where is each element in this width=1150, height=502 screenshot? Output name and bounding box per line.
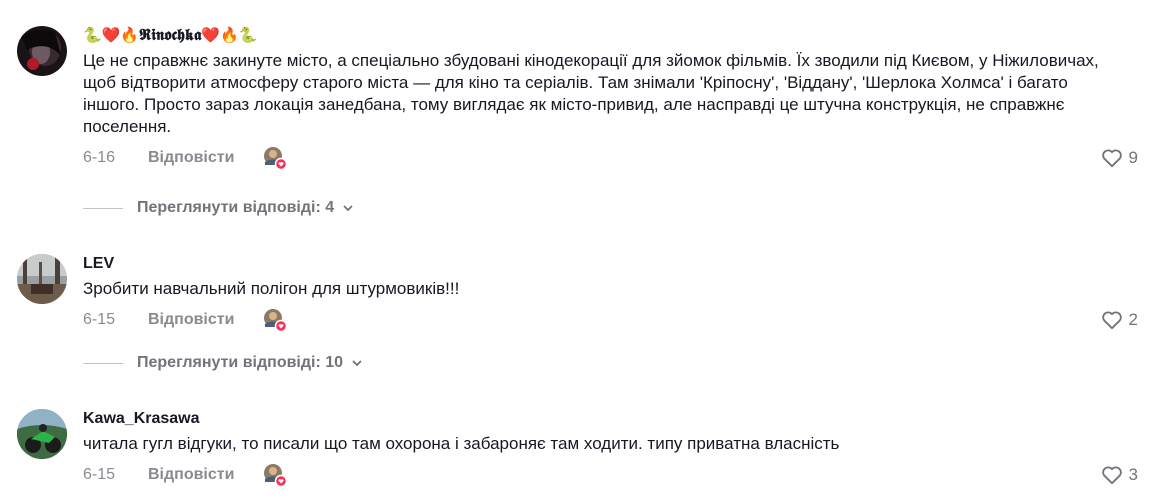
view-replies-button[interactable]: Переглянути відповіді: 10 — [83, 354, 363, 372]
author-name-text: Kawa_Krasawa — [83, 410, 200, 427]
comment-list: 🐍❤️🔥𝕽𝖎𝖓𝖔𝖈𝖍𝖐𝖆❤️🔥🐍 Це не справжнє закинуте… — [0, 0, 1150, 502]
divider-line — [83, 362, 123, 364]
comment-body: Kawa_Krasawa читала гугл відгуки, то пис… — [83, 409, 1138, 488]
reply-button[interactable]: Відповісти — [148, 311, 234, 329]
view-replies-label: Переглянути відповіді: 4 — [137, 199, 335, 216]
chevron-down-icon — [352, 360, 362, 367]
like-count: 2 — [1128, 310, 1138, 329]
comment-date: 6-15 — [83, 466, 116, 483]
author-name[interactable]: Kawa_Krasawa — [83, 409, 1138, 431]
comment-meta: 6-16 Відповісти 9 — [83, 146, 1138, 171]
author-name[interactable]: 🐍❤️🔥𝕽𝖎𝖓𝖔𝖈𝖍𝖐𝖆❤️🔥🐍 — [83, 26, 1138, 48]
comment-body: LEV Зробити навчальний полігон для штурм… — [83, 254, 1138, 333]
comment-meta: 6-15 Відповісти 2 — [83, 308, 1138, 333]
comment-meta: 6-15 Відповісти 3 — [83, 463, 1138, 488]
avatar-image — [17, 409, 67, 459]
creator-liked-avatar-icon — [263, 146, 288, 171]
like-button[interactable]: 2 — [1101, 310, 1138, 330]
like-button[interactable]: 9 — [1101, 148, 1138, 168]
author-name[interactable]: LEV — [83, 254, 1138, 276]
creator-liked-avatar-icon — [263, 463, 288, 488]
view-replies-button[interactable]: Переглянути відповіді: 4 — [83, 199, 354, 217]
avatar[interactable] — [17, 254, 67, 304]
comment-body: 🐍❤️🔥𝕽𝖎𝖓𝖔𝖈𝖍𝖐𝖆❤️🔥🐍 Це не справжнє закинуте… — [83, 26, 1138, 171]
creator-liked-avatar-icon — [263, 308, 288, 333]
reply-button[interactable]: Відповісти — [148, 466, 234, 484]
avatar[interactable] — [17, 26, 67, 76]
chevron-down-icon — [343, 205, 353, 212]
like-count: 3 — [1128, 465, 1138, 484]
comment-text: Це не справжнє закинуте місто, а спеціал… — [83, 51, 1099, 136]
avatar-image — [17, 26, 67, 76]
avatar[interactable] — [17, 409, 67, 459]
author-name-prefix: 🐍❤️🔥 — [83, 27, 140, 44]
comment-date: 6-15 — [83, 311, 116, 328]
author-name-text: LEV — [83, 255, 115, 272]
view-replies-label: Переглянути відповіді: 10 — [137, 354, 344, 371]
divider-line — [83, 207, 123, 209]
author-name-suffix: ❤️🔥🐍 — [201, 27, 258, 44]
avatar-image — [17, 254, 67, 304]
author-name-text: 𝕽𝖎𝖓𝖔𝖈𝖍𝖐𝖆 — [139, 27, 202, 44]
heart-outline-icon — [1101, 149, 1122, 168]
comment-text: читала гугл відгуки, то писали що там ох… — [83, 434, 840, 453]
heart-outline-icon — [1101, 466, 1122, 485]
like-count: 9 — [1128, 148, 1138, 167]
comment-text: Зробити навчальний полігон для штурмовик… — [83, 279, 460, 298]
reply-button[interactable]: Відповісти — [148, 149, 234, 167]
comment-date: 6-16 — [83, 149, 116, 166]
heart-outline-icon — [1101, 311, 1122, 330]
like-button[interactable]: 3 — [1101, 465, 1138, 485]
